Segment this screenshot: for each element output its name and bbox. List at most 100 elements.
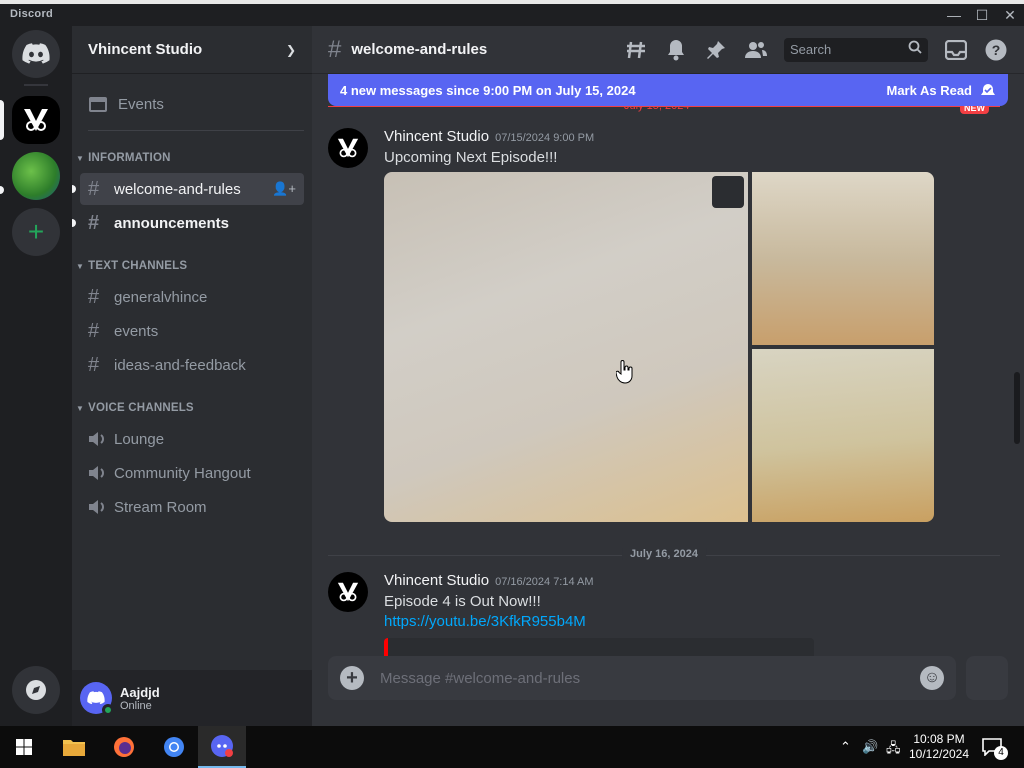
rail-separator: [24, 84, 48, 86]
guild-header[interactable]: Vhincent Studio ❯: [72, 26, 312, 74]
category-voice-channels[interactable]: ▼ VOICE CHANNELS: [76, 402, 194, 414]
chevron-down-icon: ▼: [76, 261, 85, 271]
date-divider: July 16, 2024: [328, 548, 1000, 562]
speaker-icon: [88, 499, 114, 515]
chevron-up-icon[interactable]: ⌃: [840, 739, 851, 755]
channel-label: events: [114, 322, 159, 340]
new-messages-banner[interactable]: 4 new messages since 9:00 PM on July 15,…: [328, 74, 1008, 106]
direct-messages-button[interactable]: [12, 30, 60, 78]
search-placeholder: Search: [790, 42, 832, 57]
maximize-button[interactable]: ☐: [968, 4, 996, 26]
channel-generalvhince[interactable]: # generalvhince: [80, 281, 304, 313]
mark-as-read-button[interactable]: Mark As Read: [887, 82, 997, 98]
server-vhincent-studio[interactable]: [12, 96, 60, 144]
folder-icon: [63, 740, 85, 756]
date-label: July 16, 2024: [622, 548, 706, 560]
message-text: Upcoming Next Episode!!!: [384, 149, 558, 166]
file-explorer-button[interactable]: [50, 726, 98, 768]
attachment-image[interactable]: [384, 172, 748, 522]
voice-channel-community-hangout[interactable]: Community Hangout: [80, 457, 304, 489]
scrollbar[interactable]: [1014, 372, 1020, 444]
avatar[interactable]: [328, 572, 368, 612]
member-list-icon[interactable]: [744, 38, 768, 62]
inbox-icon[interactable]: [944, 38, 968, 62]
channel-sidebar: Vhincent Studio ❯ Events ▼ INFORMATION #…: [72, 26, 312, 726]
hand-cursor-icon: [616, 360, 633, 384]
events-label: Events: [118, 95, 164, 113]
bell-icon[interactable]: [664, 38, 688, 62]
attachment-image[interactable]: [752, 349, 934, 522]
channel-ideas-and-feedback[interactable]: # ideas-and-feedback: [80, 349, 304, 381]
events-link[interactable]: Events: [80, 88, 304, 120]
message-author[interactable]: Vhincent Studio: [384, 128, 489, 145]
channel-label: Community Hangout: [114, 464, 251, 482]
voice-channel-lounge[interactable]: Lounge: [80, 423, 304, 455]
attachment-image[interactable]: [752, 172, 934, 345]
chrome-button[interactable]: [150, 726, 198, 768]
channel-label: Stream Room: [114, 498, 207, 516]
speaker-icon: [88, 465, 114, 481]
create-invite-icon[interactable]: 👤+: [272, 181, 296, 197]
link-embed[interactable]: [384, 638, 814, 658]
discover-button[interactable]: [12, 666, 60, 714]
app-title: Discord: [10, 8, 54, 20]
hash-icon: #: [328, 35, 342, 63]
hash-icon: #: [88, 353, 100, 376]
category-label: INFORMATION: [88, 152, 171, 164]
help-icon[interactable]: ?: [984, 38, 1008, 62]
chevron-down-icon: ▼: [76, 403, 85, 413]
voice-channel-stream-room[interactable]: Stream Room: [80, 491, 304, 523]
pin-icon[interactable]: [704, 38, 728, 62]
network-icon[interactable]: 🖧: [886, 739, 901, 761]
image-options-button[interactable]: [712, 176, 744, 208]
channel-events[interactable]: # events: [80, 315, 304, 347]
message-timestamp: 07/16/2024 7:14 AM: [495, 576, 594, 588]
search-icon: [908, 38, 922, 62]
system-clock[interactable]: 10:08 PM 10/12/2024: [908, 732, 970, 762]
vhincent-logo-icon: [24, 109, 48, 131]
avatar[interactable]: [328, 128, 368, 168]
search-input[interactable]: Search: [784, 38, 928, 62]
discord-taskbar-button[interactable]: [198, 726, 246, 768]
channel-label: welcome-and-rules: [114, 180, 241, 198]
hash-icon: #: [88, 285, 100, 308]
notification-center-button[interactable]: 4: [982, 738, 1008, 760]
hash-icon: #: [88, 211, 100, 234]
channel-welcome-and-rules[interactable]: # welcome-and-rules 👤+: [72, 173, 304, 205]
app-launcher-button[interactable]: [966, 656, 1008, 700]
clock-date: 10/12/2024: [908, 747, 970, 761]
user-panel[interactable]: Aajdjd Online: [72, 670, 312, 726]
avatar[interactable]: [80, 682, 114, 716]
notification-count: 4: [994, 746, 1008, 760]
hash-icon: #: [88, 177, 100, 200]
firefox-button[interactable]: [100, 726, 148, 768]
plus-icon: +: [27, 216, 45, 247]
chevron-down-icon: ❯: [285, 42, 296, 57]
youtube-link[interactable]: https://youtu.be/3KfkR955b4M: [384, 613, 998, 630]
channel-announcements[interactable]: # announcements: [72, 207, 304, 239]
svg-text:?: ?: [992, 42, 1001, 58]
channel-label: Lounge: [114, 430, 165, 448]
mark-as-read-label: Mark As Read: [886, 82, 973, 98]
close-button[interactable]: ✕: [996, 4, 1024, 26]
user-status: Online: [120, 699, 152, 712]
new-messages-divider: [328, 106, 1000, 107]
category-label: VOICE CHANNELS: [88, 402, 194, 414]
minimize-button[interactable]: —: [940, 4, 968, 26]
message-input[interactable]: Message #welcome-and-rules: [380, 670, 920, 687]
start-button[interactable]: [0, 726, 48, 768]
category-information[interactable]: ▼ INFORMATION: [76, 152, 171, 164]
category-text-channels[interactable]: ▼ TEXT CHANNELS: [76, 260, 187, 272]
username: Aajdjd: [120, 684, 160, 700]
attach-plus-icon[interactable]: +: [340, 666, 364, 690]
threads-icon[interactable]: [624, 38, 648, 62]
volume-icon[interactable]: 🔊: [862, 739, 878, 755]
selected-server-pill: [0, 100, 4, 140]
add-server-button[interactable]: +: [12, 208, 60, 256]
vhincent-logo-icon: [337, 582, 359, 602]
message-composer[interactable]: + Message #welcome-and-rules ☺: [328, 656, 956, 700]
server-green-avatar[interactable]: [12, 152, 60, 200]
discord-logo-icon: [211, 735, 233, 757]
message-author[interactable]: Vhincent Studio: [384, 572, 489, 589]
emoji-icon[interactable]: ☺: [920, 666, 944, 690]
